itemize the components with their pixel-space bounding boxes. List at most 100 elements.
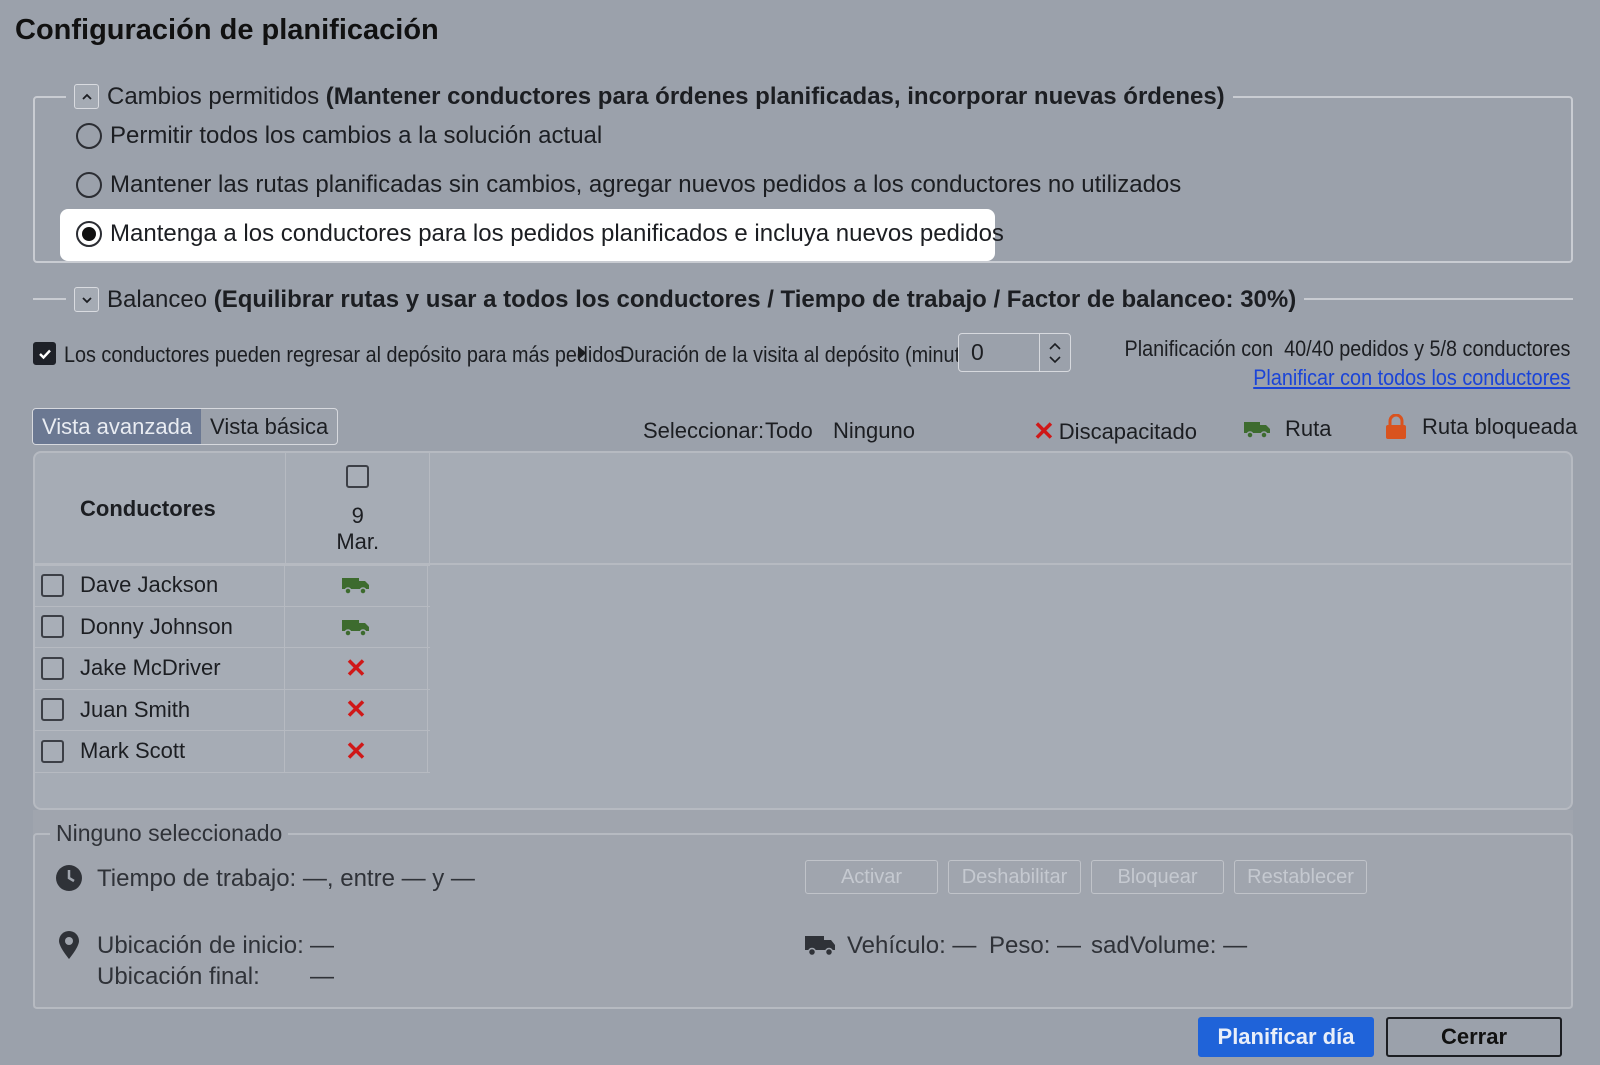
start-location-label: Ubicación de inicio: xyxy=(97,932,304,959)
orders-count: 40/40 xyxy=(1283,336,1334,361)
radio-option-keep-routes[interactable]: Mantener las rutas planificadas sin camb… xyxy=(76,171,1181,199)
details-actions: Activar Deshabilitar Bloquear Restablece… xyxy=(805,860,1367,894)
orders-word: pedidos y xyxy=(1338,336,1424,361)
dialog-title: Configuración de planificación xyxy=(15,14,439,46)
day-status-cell[interactable]: ✕ xyxy=(285,648,428,689)
driver-name: Juan Smith xyxy=(80,696,191,722)
end-location-value: — xyxy=(310,963,334,990)
select-all-link[interactable]: Todo xyxy=(765,418,813,444)
clock-icon xyxy=(56,865,82,891)
balance-summary: (Equilibrar rutas y usar a todos los con… xyxy=(213,285,1297,313)
radio-button-selected[interactable] xyxy=(76,221,102,247)
radio-label: Permitir todos los cambios a la solución… xyxy=(110,122,603,149)
select-label: Seleccionar: xyxy=(643,418,765,443)
truck-icon xyxy=(341,575,371,595)
collapse-toggle[interactable] xyxy=(74,84,99,109)
changes-legend: Cambios permitidos (Mantener conductores… xyxy=(66,80,1233,113)
lock-button[interactable]: Bloquear xyxy=(1091,860,1224,894)
activate-button[interactable]: Activar xyxy=(805,860,938,894)
caret-right-icon[interactable] xyxy=(577,345,587,361)
day-status-cell[interactable]: ✕ xyxy=(285,689,428,730)
drivers-header: Conductores xyxy=(35,453,287,566)
legend-disabled-label: Discapacitado xyxy=(1058,418,1197,444)
plan-day-button[interactable]: Planificar día xyxy=(1198,1017,1374,1057)
table-row: Juan Smith ✕ xyxy=(35,689,430,731)
select-none-link[interactable]: Ninguno xyxy=(833,418,915,444)
changes-label: Cambios permitidos xyxy=(107,82,320,110)
driver-checkbox[interactable] xyxy=(41,698,64,722)
close-button[interactable]: Cerrar xyxy=(1386,1017,1562,1057)
vehicle-info: Vehículo: — xyxy=(847,932,977,959)
driver-cell: Jake McDriver xyxy=(35,648,285,689)
driver-checkbox[interactable] xyxy=(41,739,64,763)
legend-route: Ruta xyxy=(1243,416,1331,442)
disabled-x-icon: ✕ xyxy=(345,735,367,766)
check-icon xyxy=(38,349,51,359)
legend-locked: Ruta bloqueada xyxy=(1384,414,1577,440)
legend-locked-label: Ruta bloqueada xyxy=(1422,414,1578,439)
return-depot-checkbox[interactable] xyxy=(33,342,56,365)
driver-cell: Juan Smith xyxy=(35,689,285,730)
disabled-x-icon: ✕ xyxy=(1033,416,1055,446)
lock-icon xyxy=(1386,414,1406,439)
table-row: Donny Johnson xyxy=(35,606,430,648)
select-date-checkbox[interactable] xyxy=(346,465,370,488)
plan-all-drivers-link[interactable]: Planificar con todos los conductores xyxy=(1253,365,1570,391)
date-day: 9 xyxy=(351,503,364,528)
day-status-cell[interactable] xyxy=(285,565,428,606)
plan-status: Planificación con 40/40 pedidos y 5/8 co… xyxy=(1124,336,1570,362)
work-time: Tiempo de trabajo: —, entre — y — xyxy=(97,865,475,892)
drivers-table: Conductores 9 Mar. xyxy=(35,453,430,566)
day-status-cell[interactable] xyxy=(285,606,428,647)
tab-basic-view[interactable]: Vista básica xyxy=(201,409,337,444)
weight-info: Peso: — xyxy=(989,932,1082,959)
table-header-row: Conductores 9 Mar. xyxy=(35,453,430,566)
visit-duration-value: 0 xyxy=(971,339,984,365)
radio-label: Mantenga a los conductores para los pedi… xyxy=(110,220,1004,247)
legend-route-label: Ruta xyxy=(1285,416,1332,441)
expand-toggle[interactable] xyxy=(74,287,99,312)
day-status-cell[interactable]: ✕ xyxy=(285,731,428,772)
driver-checkbox[interactable] xyxy=(41,573,64,597)
date-month: Mar. xyxy=(336,529,380,554)
disabled-x-icon: ✕ xyxy=(345,652,367,683)
radio-option-keep-drivers[interactable]: Mantenga a los conductores para los pedi… xyxy=(76,220,1004,248)
legend-disabled: ✕ Discapacitado xyxy=(1033,416,1197,447)
chevron-up-icon xyxy=(81,93,92,100)
truck-icon xyxy=(341,617,371,637)
stepper-up-icon[interactable] xyxy=(1049,342,1061,350)
end-location-label: Ubicación final: xyxy=(97,963,260,990)
volume-info: sadVolume: — xyxy=(1091,932,1248,959)
stepper[interactable] xyxy=(1039,334,1070,371)
driver-checkbox[interactable] xyxy=(41,615,64,639)
radio-option-all-changes[interactable]: Permitir todos los cambios a la solución… xyxy=(76,122,602,150)
visit-duration-label: Duración de la visita al depósito (minut… xyxy=(620,342,994,367)
changes-summary: (Mantener conductores para órdenes plani… xyxy=(325,82,1225,110)
stepper-down-icon[interactable] xyxy=(1049,355,1061,364)
details-legend: Ninguno seleccionado xyxy=(50,820,289,847)
driver-cell: Dave Jackson xyxy=(35,565,285,606)
reset-button[interactable]: Restablecer xyxy=(1234,860,1367,894)
driver-checkbox[interactable] xyxy=(41,656,64,680)
radio-button[interactable] xyxy=(76,123,102,149)
start-location-value: — xyxy=(310,932,334,959)
radio-button[interactable] xyxy=(76,172,102,198)
balance-legend: Balanceo (Equilibrar rutas y usar a todo… xyxy=(66,283,1305,316)
disable-button[interactable]: Deshabilitar xyxy=(948,860,1081,894)
location-pin-icon xyxy=(59,931,79,959)
driver-cell: Donny Johnson xyxy=(35,606,285,647)
radio-label: Mantener las rutas planificadas sin camb… xyxy=(110,171,1182,198)
driver-name: Jake McDriver xyxy=(80,655,221,681)
disabled-x-icon: ✕ xyxy=(345,694,367,725)
truck-icon xyxy=(1244,422,1270,439)
driver-cell: Mark Scott xyxy=(35,731,285,772)
view-toggle: Vista avanzada Vista básica xyxy=(32,408,339,445)
tab-advanced-view[interactable]: Vista avanzada xyxy=(33,409,202,444)
drivers-count: 5/8 xyxy=(1429,336,1457,361)
table-row: Mark Scott ✕ xyxy=(35,731,430,773)
visit-duration-input[interactable]: 0 xyxy=(958,333,1071,372)
table-row: Dave Jackson xyxy=(35,565,430,607)
driver-name: Donny Johnson xyxy=(80,613,233,639)
plan-status-prefix: Planificación con xyxy=(1124,336,1273,361)
driver-name: Dave Jackson xyxy=(80,572,219,598)
